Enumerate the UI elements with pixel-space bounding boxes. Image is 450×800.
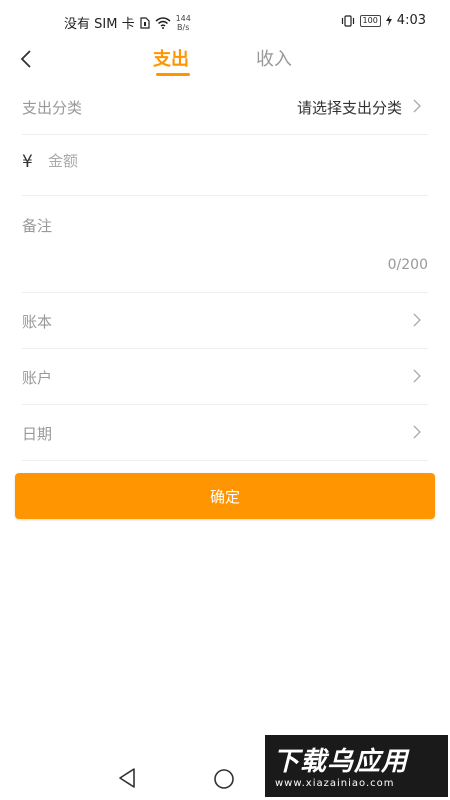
active-tab-indicator bbox=[156, 73, 190, 76]
back-button[interactable] bbox=[14, 44, 44, 74]
net-speed: 144 B/s bbox=[176, 14, 191, 32]
nav-back-icon[interactable] bbox=[117, 767, 137, 789]
net-speed-value: 144 bbox=[175, 13, 191, 23]
currency-symbol: ¥ bbox=[22, 152, 33, 172]
clock: 4:03 bbox=[396, 13, 426, 28]
nav-home-icon[interactable] bbox=[213, 768, 235, 790]
battery-indicator: 100 bbox=[359, 14, 381, 27]
account-row[interactable]: 账户 bbox=[22, 348, 428, 405]
chevron-right-icon bbox=[413, 369, 421, 383]
status-bar: 没有 SIM 卡 144 B/s 100 4:03 bbox=[0, 0, 450, 40]
vibrate-icon bbox=[341, 14, 354, 27]
amount-row: ¥ bbox=[22, 134, 428, 196]
back-arrow-icon bbox=[20, 50, 31, 68]
status-left: 没有 SIM 卡 144 B/s bbox=[64, 13, 191, 33]
category-row[interactable]: 支出分类 请选择支出分类 bbox=[22, 80, 428, 135]
net-speed-unit: B/s bbox=[177, 22, 190, 32]
carrier-text: 没有 SIM 卡 bbox=[64, 17, 135, 32]
date-label: 日期 bbox=[22, 425, 53, 443]
charging-icon bbox=[385, 15, 392, 26]
confirm-button-label: 确定 bbox=[209, 487, 240, 506]
category-label: 支出分类 bbox=[22, 99, 83, 117]
ledger-label: 账本 bbox=[22, 313, 53, 331]
date-row[interactable]: 日期 bbox=[22, 404, 428, 461]
chevron-right-icon bbox=[413, 425, 421, 439]
sim-icon bbox=[139, 16, 150, 29]
ledger-row[interactable]: 账本 bbox=[22, 292, 428, 349]
note-label: 备注 bbox=[22, 217, 53, 235]
wifi-icon bbox=[155, 16, 171, 29]
status-right: 100 4:03 bbox=[341, 13, 426, 28]
watermark-text: 下载乌应用 bbox=[273, 747, 409, 777]
amount-input[interactable] bbox=[48, 148, 348, 174]
note-char-counter: 0/200 bbox=[387, 257, 428, 273]
tab-income[interactable]: 收入 bbox=[256, 45, 292, 71]
confirm-button[interactable]: 确定 bbox=[15, 473, 435, 519]
category-value: 请选择支出分类 bbox=[296, 99, 402, 117]
tab-expense[interactable]: 支出 bbox=[153, 45, 189, 71]
account-label: 账户 bbox=[22, 369, 53, 387]
watermark-logo: 下载乌应用 www.xiazainiao.com bbox=[265, 735, 448, 797]
note-row[interactable]: 备注 0/200 bbox=[22, 195, 428, 293]
chevron-right-icon bbox=[413, 99, 421, 113]
chevron-right-icon bbox=[413, 313, 421, 327]
watermark-url: www.xiazainiao.com bbox=[275, 778, 395, 789]
